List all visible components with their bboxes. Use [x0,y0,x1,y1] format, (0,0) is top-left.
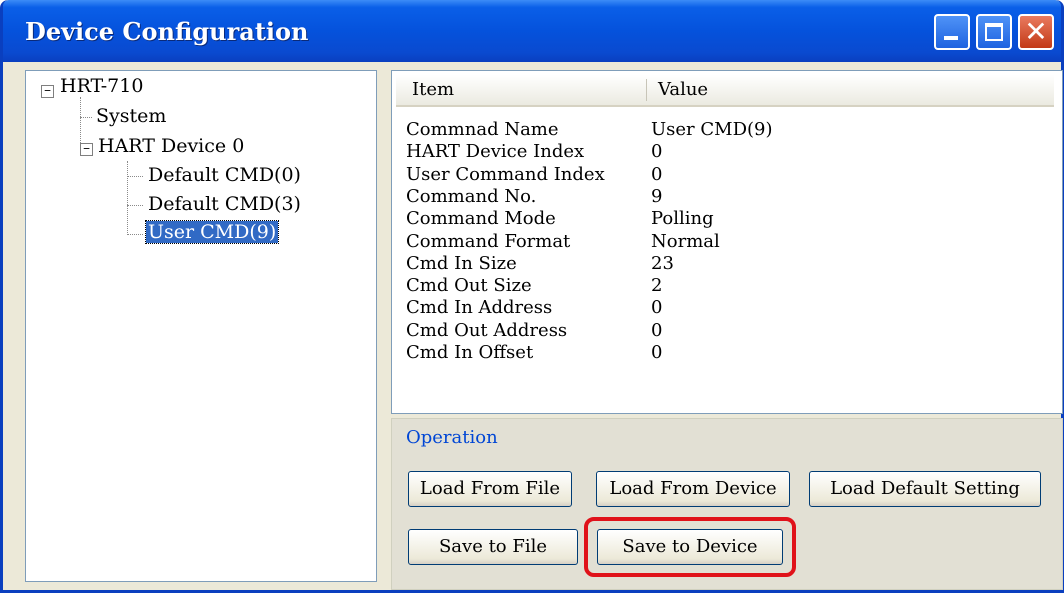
property-item-name: Cmd Out Size [406,275,532,297]
property-item-name: Commnad Name [406,119,559,140]
property-item-value: 0 [651,342,663,363]
property-item-value: 0 [651,319,663,341]
maximize-icon [985,23,1003,41]
property-item-name: Command Mode [406,208,556,230]
property-item-name: Cmd In Offset [406,342,534,363]
property-row[interactable]: User Command Index 0 [392,164,1052,186]
property-item-value: 0 [651,163,663,185]
property-item-name: User Command Index [406,163,605,185]
property-item-value: 2 [651,275,663,297]
property-row[interactable]: Command Mode Polling [392,208,1052,230]
tree-connector [127,161,128,235]
column-divider[interactable] [646,79,647,101]
window-title: Device Configuration [25,17,309,46]
tree-connector [127,205,143,206]
column-header-item[interactable]: Item [412,79,454,100]
property-item-value: 0 [651,141,663,163]
property-item-value: 23 [651,252,674,274]
property-item-value: Normal [651,230,720,252]
operation-group: Operation Load From File Load From Devic… [391,418,1063,590]
property-row[interactable]: Cmd In Offset 0 [392,342,1052,364]
property-item-name: Cmd In Address [406,297,553,319]
tree-node-user-cmd-9[interactable]: User CMD(9) [144,220,280,244]
tree-node-default-cmd-3[interactable]: Default CMD(3) [148,193,301,215]
tree-connector [127,176,143,177]
device-tree[interactable]: − HRT-710 System − HART Device 0 Default… [25,70,377,582]
property-item-name: Cmd Out Address [406,319,568,341]
load-from-file-button[interactable]: Load From File [408,471,572,507]
minimize-icon [944,36,958,40]
property-row[interactable]: Commnad Name User CMD(9) [392,119,1052,141]
property-item-value: Polling [651,208,714,230]
tree-connector [80,97,81,149]
tree-node-root[interactable]: HRT-710 [60,75,143,97]
property-list[interactable]: Item Value Commnad Name User CMD(9) HART D… [391,70,1063,414]
property-item-name: Cmd In Size [406,252,517,274]
property-item-value: 0 [651,297,663,319]
title-bar[interactable]: Device Configuration ✕ [3,0,1061,62]
property-item-name: Command Format [406,230,571,252]
save-to-file-button[interactable]: Save to File [408,529,578,565]
maximize-button[interactable] [976,14,1012,50]
operation-label: Operation [406,427,498,448]
tree-node-default-cmd-0[interactable]: Default CMD(0) [148,164,301,186]
property-row[interactable]: Command Format Normal [392,231,1052,253]
property-row[interactable]: Cmd Out Address 0 [392,320,1052,342]
collapse-device-icon[interactable]: − [80,143,93,156]
property-row[interactable]: HART Device Index 0 [392,141,1052,163]
collapse-root-icon[interactable]: − [41,85,54,98]
property-item-value: 9 [651,185,663,207]
property-row[interactable]: Command No. 9 [392,186,1052,208]
property-item-name: Command No. [406,185,537,207]
property-item-name: HART Device Index [406,141,585,163]
property-row[interactable]: Cmd In Address 0 [392,297,1052,319]
tree-connector [127,234,143,235]
column-header-value[interactable]: Value [658,79,708,100]
device-configuration-window: Device Configuration ✕ − HRT-710 System … [0,0,1064,593]
close-button[interactable]: ✕ [1018,14,1054,50]
save-to-device-highlight [584,517,796,577]
tree-node-hart-device-0[interactable]: HART Device 0 [98,135,244,157]
close-icon: ✕ [1024,15,1048,48]
property-list-header: Item Value [396,75,1054,107]
tree-node-system[interactable]: System [96,105,166,127]
minimize-button[interactable] [934,14,970,50]
property-row[interactable]: Cmd In Size 23 [392,253,1052,275]
load-default-setting-button[interactable]: Load Default Setting [809,471,1041,507]
tree-connector [80,117,92,118]
load-from-device-button[interactable]: Load From Device [596,471,790,507]
property-row[interactable]: Cmd Out Size 2 [392,275,1052,297]
property-item-value: User CMD(9) [651,119,773,140]
